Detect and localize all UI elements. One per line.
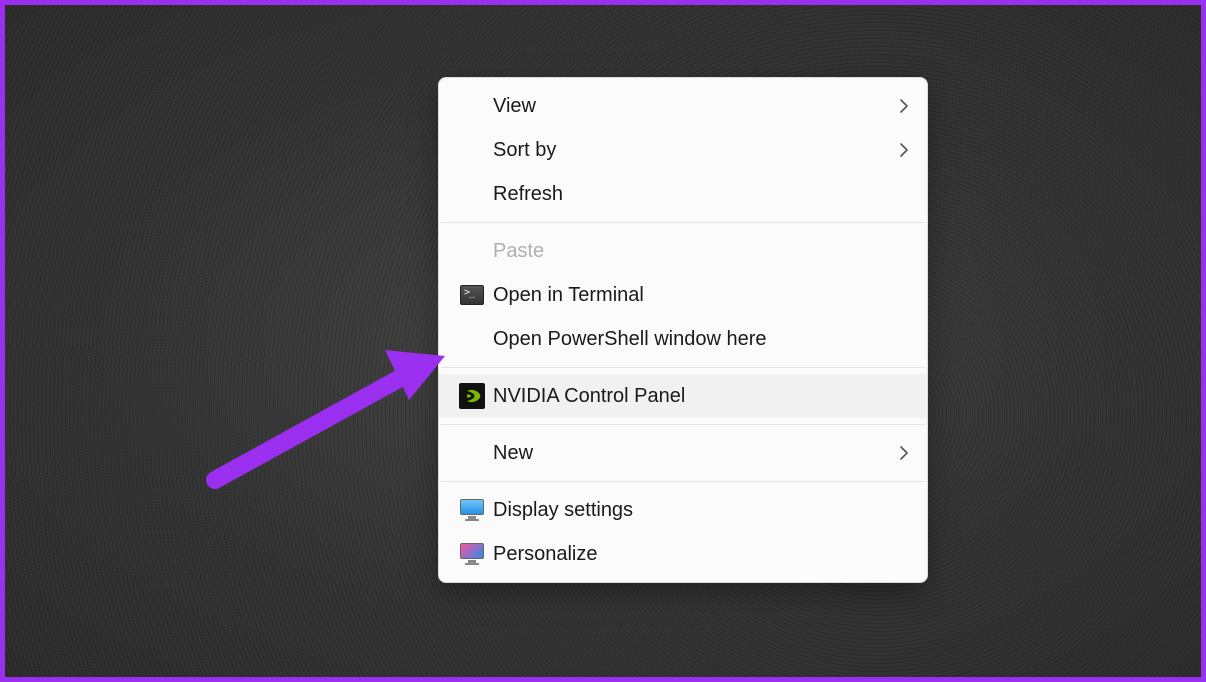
menu-item-label: Sort by [493,139,889,162]
menu-item-label: Open in Terminal [493,284,909,307]
menu-item-label: Personalize [493,543,909,566]
chevron-right-icon [889,446,909,460]
menu-item-label: Paste [493,240,909,263]
sort-by-item[interactable]: Sort by [439,128,927,172]
chevron-right-icon [889,99,909,113]
terminal-icon [460,285,484,305]
nvidia-icon [459,383,485,409]
menu-item-label: Refresh [493,183,909,206]
menu-item-label: New [493,442,889,465]
chevron-right-icon [889,143,909,157]
separator [441,481,925,482]
open-powershell-item[interactable]: Open PowerShell window here [439,317,927,361]
personalize-icon [459,543,485,565]
separator [441,367,925,368]
refresh-item[interactable]: Refresh [439,172,927,216]
display-icon [459,499,485,521]
view-item[interactable]: View [439,84,927,128]
desktop-background[interactable]: View Sort by Refresh Paste Open in Termi… [5,5,1201,677]
menu-item-label: NVIDIA Control Panel [493,385,909,408]
display-settings-item[interactable]: Display settings [439,488,927,532]
paste-item: Paste [439,229,927,273]
new-item[interactable]: New [439,431,927,475]
desktop-context-menu: View Sort by Refresh Paste Open in Termi… [438,77,928,583]
personalize-item[interactable]: Personalize [439,532,927,576]
separator [441,222,925,223]
menu-item-label: Display settings [493,499,909,522]
open-terminal-item[interactable]: Open in Terminal [439,273,927,317]
menu-item-label: View [493,95,889,118]
nvidia-control-panel-item[interactable]: NVIDIA Control Panel [439,374,927,418]
annotation-arrow [205,350,445,490]
separator [441,424,925,425]
menu-item-label: Open PowerShell window here [493,328,909,351]
